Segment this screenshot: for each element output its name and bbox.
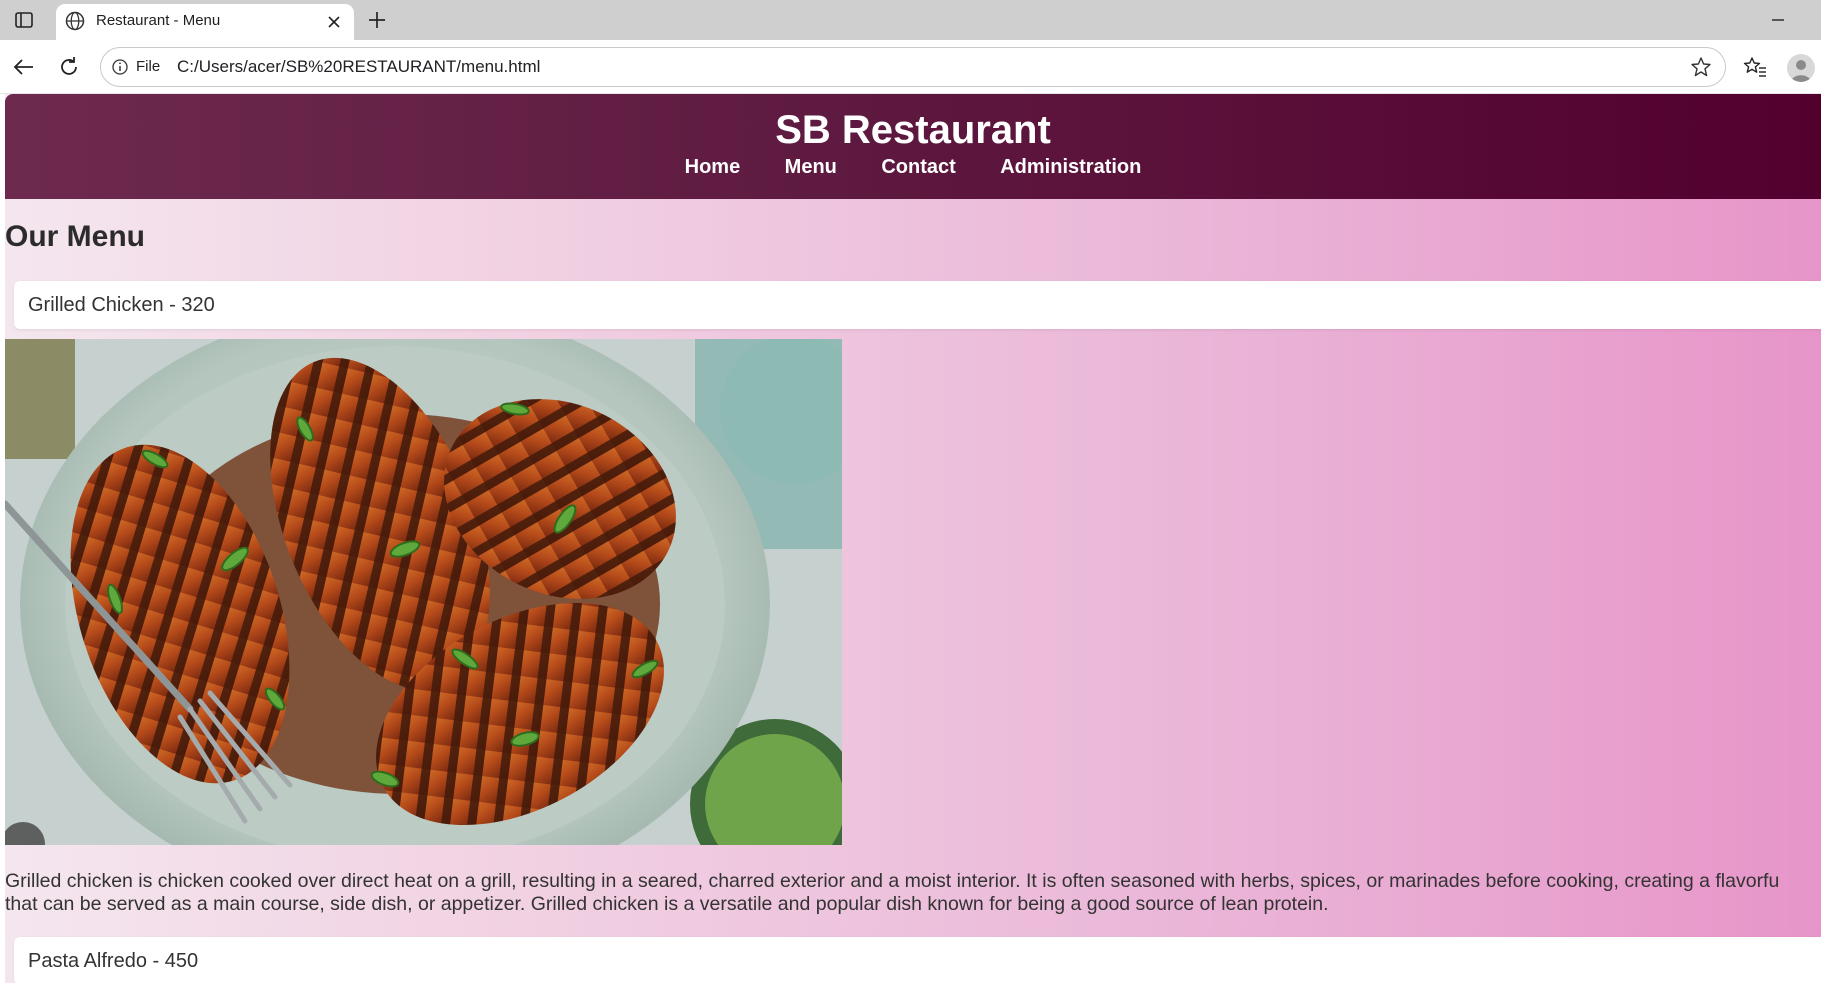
url-text[interactable]: C:/Users/acer/SB%20RESTAURANT/menu.html (177, 57, 540, 77)
description-line: that can be served as a main course, sid… (5, 893, 1329, 915)
site-nav: Home Menu Contact Administration (5, 156, 1821, 179)
bookmark-star-icon[interactable] (1689, 55, 1713, 79)
favorites-icon[interactable] (1742, 54, 1768, 80)
browser-toolbar: File C:/Users/acer/SB%20RESTAURANT/menu.… (0, 40, 1821, 94)
person-icon (1791, 60, 1811, 82)
site-title: SB Restaurant (775, 108, 1051, 152)
menu-item-label: Grilled Chicken - 320 (28, 294, 215, 316)
description-line: Grilled chicken is chicken cooked over d… (5, 870, 1780, 892)
menu-item-pasta-alfredo[interactable]: Pasta Alfredo - 450 (14, 937, 1821, 983)
minimize-window-icon[interactable] (1766, 8, 1790, 32)
back-arrow-icon[interactable] (11, 54, 37, 80)
menu-item-label: Pasta Alfredo - 450 (28, 950, 199, 972)
profile-avatar[interactable] (1787, 54, 1815, 82)
address-scheme-label: File (136, 58, 161, 75)
page-body: SB Restaurant Home Menu Contact Administ… (5, 94, 1821, 983)
reload-icon[interactable] (56, 54, 82, 80)
nav-link-menu[interactable]: Menu (785, 156, 837, 179)
sidebar-toggle-icon[interactable] (14, 10, 34, 30)
nav-link-home[interactable]: Home (685, 156, 741, 179)
menu-heading: Our Menu (5, 220, 145, 253)
browser-tab-strip: Restaurant - Menu (0, 0, 1821, 40)
info-icon[interactable] (111, 58, 129, 76)
nav-link-administration[interactable]: Administration (1000, 156, 1141, 179)
grilled-chicken-description: Grilled chicken is chicken cooked over d… (5, 870, 1821, 916)
browser-tab-active[interactable]: Restaurant - Menu (56, 4, 354, 40)
grilled-chicken-photo (5, 339, 842, 845)
close-tab-icon[interactable] (326, 14, 342, 30)
nav-link-contact[interactable]: Contact (881, 156, 955, 179)
address-bar[interactable]: File C:/Users/acer/SB%20RESTAURANT/menu.… (100, 47, 1726, 87)
menu-item-grilled-chicken[interactable]: Grilled Chicken - 320 (14, 281, 1821, 329)
grilled-chicken-illustration (5, 339, 842, 845)
globe-icon (65, 11, 85, 31)
new-tab-icon[interactable] (366, 9, 388, 31)
tab-title: Restaurant - Menu (96, 12, 221, 29)
site-header: SB Restaurant Home Menu Contact Administ… (5, 94, 1821, 199)
